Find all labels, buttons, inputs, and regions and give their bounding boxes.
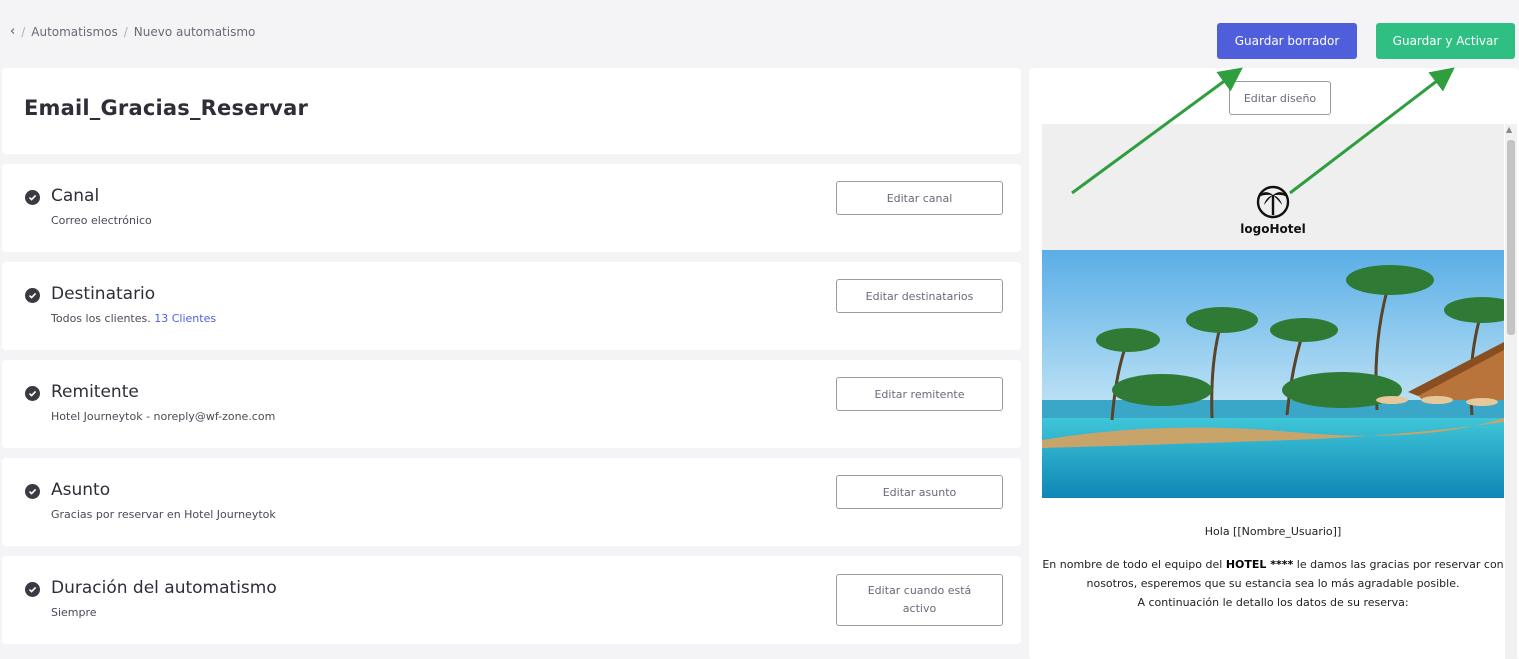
section-subtitle: Gracias por reservar en Hotel Journeytok xyxy=(51,508,276,521)
top-bar: ‹ / Automatismos / Nuevo automatismo Gua… xyxy=(0,0,1519,68)
logo-text: logoHotel xyxy=(1240,222,1306,236)
check-circle-icon xyxy=(25,288,40,303)
edit-channel-button[interactable]: Editar canal xyxy=(836,181,1003,215)
save-activate-button[interactable]: Guardar y Activar xyxy=(1376,23,1515,59)
clients-count-link[interactable]: 13 Clientes xyxy=(154,312,216,325)
check-circle-icon xyxy=(25,190,40,205)
edit-recipients-button[interactable]: Editar destinatarios xyxy=(836,279,1003,313)
edit-design-button[interactable]: Editar diseño xyxy=(1229,81,1331,115)
breadcrumb-separator: / xyxy=(21,24,26,39)
email-preview: logoHotel Hola [[Nombre_Usuario]] En nom… xyxy=(1042,124,1504,659)
email-paragraph: En nombre de todo el equipo del HOTEL **… xyxy=(1042,558,1504,590)
chevron-left-icon[interactable]: ‹ xyxy=(10,24,15,39)
breadcrumb-automatismos[interactable]: Automatismos xyxy=(31,25,117,39)
scroll-up-icon[interactable]: ▲ xyxy=(1506,125,1512,134)
section-subtitle: Todos los clientes. 13 Clientes xyxy=(51,312,217,325)
email-paragraph-2: A continuación le detallo los datos de s… xyxy=(1137,596,1409,609)
automation-title: Email_Gracias_Reservar xyxy=(24,96,309,120)
scrollbar-thumb[interactable] xyxy=(1507,140,1515,335)
edit-subject-button[interactable]: Editar asunto xyxy=(836,475,1003,509)
check-circle-icon xyxy=(25,386,40,401)
breadcrumb: ‹ / Automatismos / Nuevo automatismo xyxy=(10,24,255,39)
title-card: Email_Gracias_Reservar xyxy=(2,68,1021,154)
section-title: Remitente xyxy=(51,382,139,402)
palm-tree-icon xyxy=(1256,185,1290,219)
section-subtitle: Siempre xyxy=(51,606,97,619)
save-draft-button[interactable]: Guardar borrador xyxy=(1217,23,1357,59)
section-title: Asunto xyxy=(51,480,111,500)
check-circle-icon xyxy=(25,582,40,597)
logo-header: logoHotel xyxy=(1042,124,1504,250)
email-body: Hola [[Nombre_Usuario]] En nombre de tod… xyxy=(1042,522,1504,612)
hero-image xyxy=(1042,250,1504,498)
check-circle-icon xyxy=(25,484,40,499)
section-title: Canal xyxy=(51,186,100,206)
section-canal: Canal Correo electrónico Editar canal xyxy=(2,164,1021,252)
section-asunto: Asunto Gracias por reservar en Hotel Jou… xyxy=(2,458,1021,546)
section-title: Duración del automatismo xyxy=(51,578,277,598)
edit-sender-button[interactable]: Editar remitente xyxy=(836,377,1003,411)
section-subtitle: Correo electrónico xyxy=(51,214,152,227)
section-subtitle: Hotel Journeytok - noreply@wf-zone.com xyxy=(51,410,276,423)
section-title: Destinatario xyxy=(51,284,156,304)
email-greeting: Hola [[Nombre_Usuario]] xyxy=(1204,525,1342,538)
section-remitente: Remitente Hotel Journeytok - noreply@wf-… xyxy=(2,360,1021,448)
section-duracion: Duración del automatismo Siempre Editar … xyxy=(2,556,1021,644)
edit-duration-button[interactable]: Editar cuando está activo xyxy=(836,574,1003,626)
section-destinatario: Destinatario Todos los clientes. 13 Clie… xyxy=(2,262,1021,350)
breadcrumb-current: Nuevo automatismo xyxy=(133,24,256,39)
email-preview-panel: Editar diseño logoHotel Hola [[Nombre_Us… xyxy=(1029,68,1519,659)
breadcrumb-separator: / xyxy=(123,24,128,39)
